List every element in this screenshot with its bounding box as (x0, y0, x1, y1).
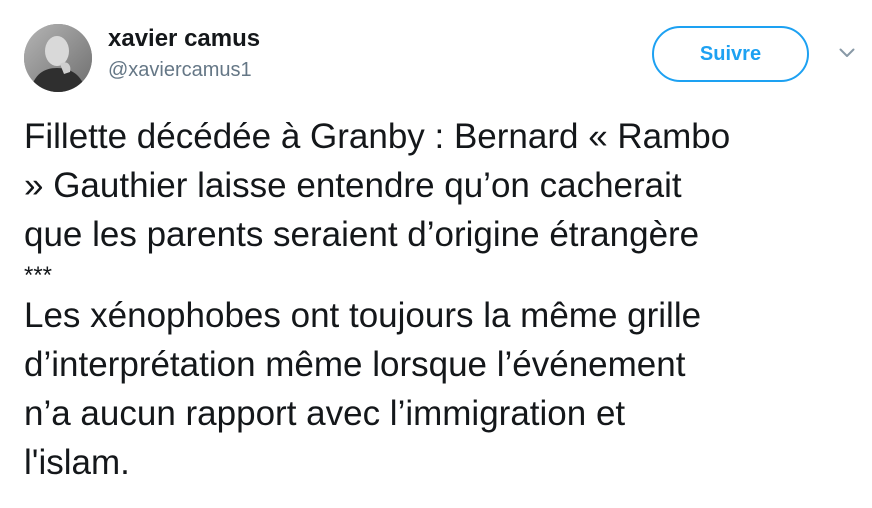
follow-button[interactable]: Suivre (652, 26, 809, 82)
tweet-paragraph-2: Les xénophobes ont toujours la même gril… (24, 296, 702, 482)
avatar-photo (24, 24, 92, 92)
tweet-paragraph-1: Fillette décédée à Granby : Bernard « Ra… (24, 117, 731, 254)
tweet-menu-button[interactable] (834, 40, 860, 66)
author-display-name[interactable]: xavier camus (108, 24, 260, 54)
chevron-down-icon (839, 48, 855, 57)
tweet-text: Fillette décédée à Granby : Bernard « Ra… (24, 112, 854, 487)
author-handle[interactable]: @xaviercamus1 (108, 58, 252, 82)
tweet-separator: *** (24, 262, 53, 289)
tweet-card: xavier camus @xaviercamus1 Suivre Fillet… (0, 0, 872, 508)
avatar[interactable] (24, 24, 92, 92)
